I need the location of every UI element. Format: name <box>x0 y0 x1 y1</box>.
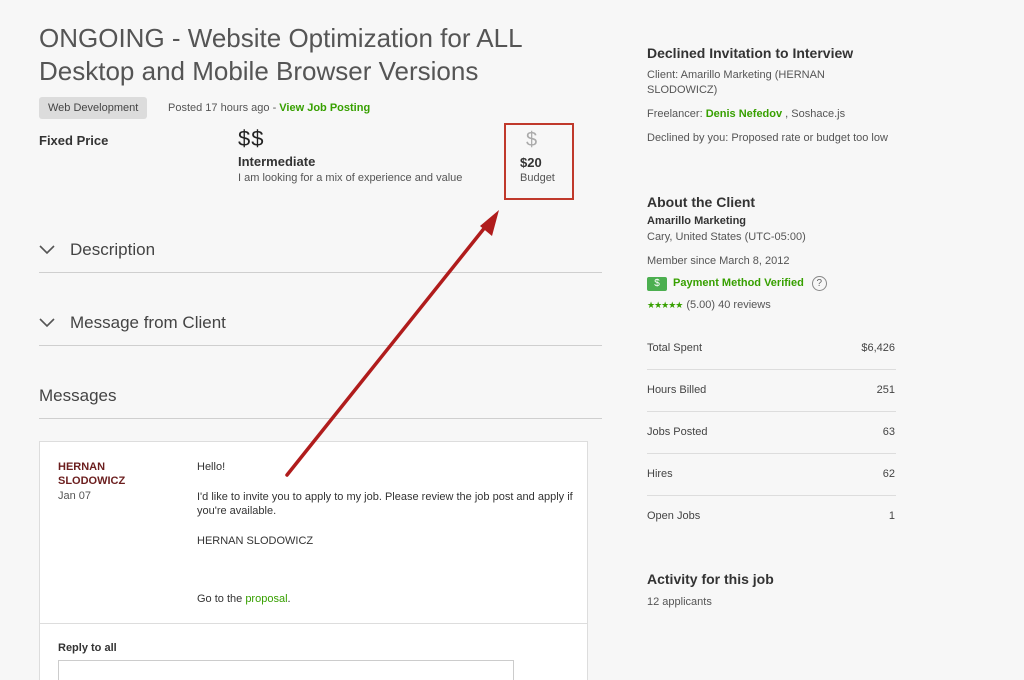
help-circle-icon[interactable]: ? <box>811 276 827 291</box>
proposal-link[interactable]: proposal <box>245 593 287 605</box>
payment-verified-icon: $ <box>647 276 667 291</box>
chevron-down-icon <box>39 318 55 328</box>
posted-time: Posted 17 hours ago - <box>168 102 280 114</box>
budget-value: $20 <box>520 155 542 170</box>
message-from-client-heading: Message from Client <box>70 313 226 332</box>
declined-invitation-panel: Declined Invitation to Interview Client:… <box>647 45 897 146</box>
stat-row: Hires 62 <box>647 454 896 496</box>
rating-text: (5.00) 40 reviews <box>686 299 771 311</box>
experience-level: Intermediate <box>238 154 316 169</box>
job-title: ONGOING - Website Optimization for ALL D… <box>39 23 522 86</box>
message-text: I'd like to invite you to apply to my jo… <box>197 490 573 518</box>
stat-value: 251 <box>876 384 895 396</box>
dollar-icon: $ <box>526 129 538 151</box>
experience-level-icon: $$ <box>238 126 265 151</box>
stat-row: Jobs Posted 63 <box>647 412 896 454</box>
activity-title: Activity for this job <box>647 571 774 587</box>
budget-highlight-box: $ $20 Budget <box>504 123 574 200</box>
stat-label: Hires <box>647 468 673 480</box>
declined-title: Declined Invitation to Interview <box>647 45 854 61</box>
go-to-suffix: . <box>287 593 291 605</box>
message-date: Jan 07 <box>58 490 92 502</box>
message-sender[interactable]: HERNAN SLODOWICZ <box>58 460 158 488</box>
stat-value: $6,426 <box>861 342 895 354</box>
message-from-client-toggle[interactable]: Message from Client <box>39 313 602 346</box>
stat-row: Hours Billed 251 <box>647 370 896 412</box>
divider <box>40 623 587 624</box>
stat-label: Total Spent <box>647 342 703 354</box>
reply-input[interactable] <box>58 660 514 680</box>
freelancer-prefix: Freelancer: <box>647 108 706 120</box>
messages-section: Messages <box>39 386 602 419</box>
stat-row: Total Spent $6,426 <box>647 328 896 370</box>
rating-row: ★★★★★ (5.00) 40 reviews <box>647 298 897 313</box>
declined-reason: Declined by you: Proposed rate or budget… <box>647 132 888 144</box>
budget-label: Budget <box>520 172 555 184</box>
about-client-panel: About the Client Amarillo Marketing Cary… <box>647 194 897 313</box>
reply-label: Reply to all <box>58 642 117 654</box>
freelancer-link[interactable]: Denis Nefedov <box>706 108 782 120</box>
description-section-toggle[interactable]: Description <box>39 240 602 273</box>
client-location: Cary, United States (UTC-05:00) <box>647 231 806 243</box>
message-body: Hello! I'd like to invite you to apply t… <box>197 460 577 622</box>
client-name: Amarillo Marketing <box>647 215 747 227</box>
freelancer-company: , Soshace.js <box>782 108 846 120</box>
posted-info: Posted 17 hours ago - View Job Posting <box>168 102 370 114</box>
applicants-count: 12 applicants <box>647 596 712 608</box>
experience-level-description: I am looking for a mix of experience and… <box>238 172 463 184</box>
stat-label: Jobs Posted <box>647 426 708 438</box>
chevron-down-icon <box>39 245 55 255</box>
member-since: Member since March 8, 2012 <box>647 255 790 267</box>
category-tag[interactable]: Web Development <box>39 97 148 119</box>
go-to-prefix: Go to the <box>197 593 246 605</box>
message-footer: Go to the proposal. <box>197 592 577 607</box>
activity-panel: Activity for this job 12 applicants <box>647 571 897 610</box>
payment-verified-label: Payment Method Verified <box>673 277 804 289</box>
messages-heading: Messages <box>39 386 117 405</box>
view-job-posting-link[interactable]: View Job Posting <box>279 102 370 114</box>
description-heading: Description <box>70 240 156 259</box>
stat-value: 1 <box>888 510 895 522</box>
client-line: Client: Amarillo Marketing (HERNAN SLODO… <box>647 69 825 96</box>
payment-verified-row: $ Payment Method Verified ? <box>647 276 897 291</box>
stat-label: Open Jobs <box>647 510 701 522</box>
stat-label: Hours Billed <box>647 384 707 396</box>
star-rating-icon: ★★★★★ <box>647 300 683 310</box>
message-card: HERNAN SLODOWICZ Jan 07 Hello! I'd like … <box>39 441 588 680</box>
about-client-title: About the Client <box>647 194 756 210</box>
message-greeting: Hello! <box>197 461 226 473</box>
price-type: Fixed Price <box>39 133 109 148</box>
stat-value: 63 <box>882 426 895 438</box>
stat-row: Open Jobs 1 <box>647 496 896 538</box>
stat-value: 62 <box>882 468 895 480</box>
freelancer-line: Freelancer: Denis Nefedov , Soshace.js <box>647 107 897 122</box>
message-signature: HERNAN SLODOWICZ <box>197 534 314 547</box>
